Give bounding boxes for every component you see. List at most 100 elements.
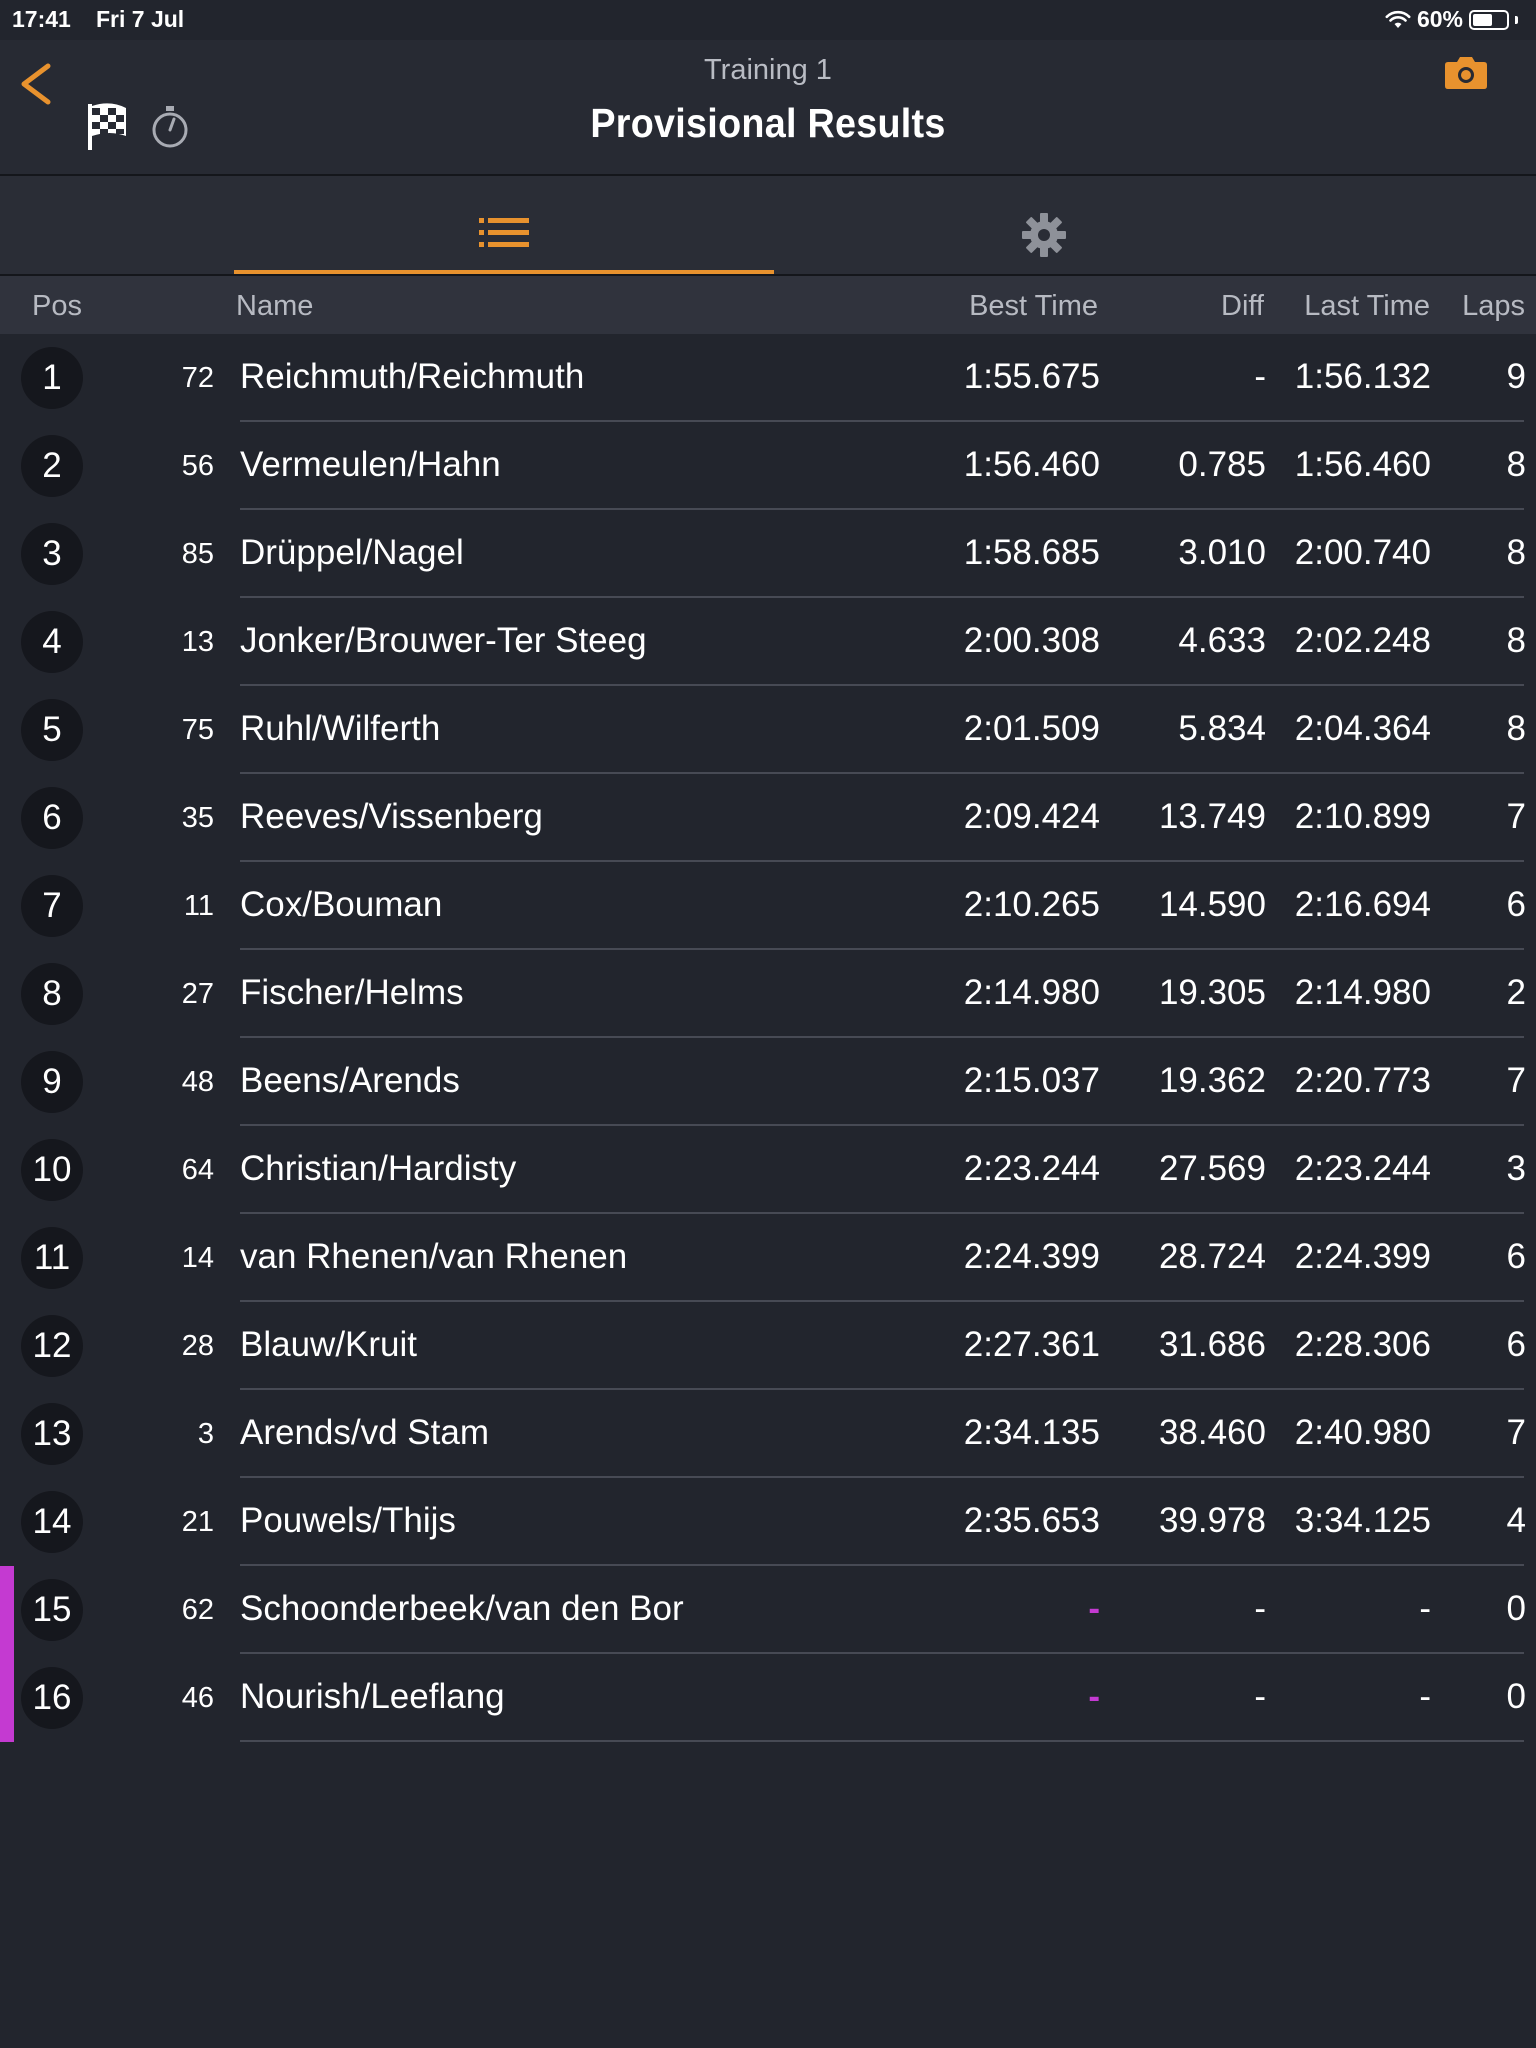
lap-count: 0	[1506, 1589, 1526, 1628]
table-row[interactable]: 11 14 van Rhenen/van Rhenen 2:24.399 28.724 2…	[0, 1214, 1536, 1302]
time-diff: 38.460	[1158, 1413, 1266, 1452]
lap-count: 8	[1506, 445, 1526, 484]
time-diff: 28.724	[1158, 1237, 1266, 1276]
table-row[interactable]: 4 13 Jonker/Brouwer-Ter Steeg 2:00.308 4.633…	[0, 598, 1536, 686]
table-row[interactable]: 2 56 Vermeulen/Hahn 1:56.460 0.785 1:56.460 8	[0, 422, 1536, 510]
last-time: 2:24.399	[1294, 1237, 1431, 1276]
last-time: 2:28.306	[1294, 1325, 1431, 1364]
column-last-time[interactable]: Last Time	[1304, 290, 1430, 323]
driver-name: Blauw/Kruit	[240, 1325, 418, 1364]
table-row[interactable]: 9 48 Beens/Arends 2:15.037 19.362 2:20.773 7	[0, 1038, 1536, 1126]
position-badge: 6	[21, 787, 83, 849]
car-number: 14	[181, 1242, 214, 1274]
last-time: 2:02.248	[1294, 621, 1431, 660]
car-number: 64	[181, 1154, 214, 1186]
table-row[interactable]: 12 28 Blauw/Kruit 2:27.361 31.686 2:28.306 6	[0, 1302, 1536, 1390]
tab-bar	[0, 176, 1536, 276]
table-row[interactable]: 15 62 Schoonderbeek/van den Bor - - - 0	[0, 1566, 1536, 1654]
table-row[interactable]: 16 46 Nourish/Leeflang - - - 0	[0, 1654, 1536, 1742]
lap-count: 8	[1506, 533, 1526, 572]
wifi-icon	[1385, 10, 1411, 28]
position-badge: 4	[21, 611, 83, 673]
position-badge: 1	[21, 347, 83, 409]
driver-name: Reichmuth/Reichmuth	[240, 357, 585, 396]
camera-button[interactable]	[1444, 54, 1488, 95]
best-time: 2:35.653	[963, 1501, 1100, 1540]
car-number: 48	[181, 1066, 214, 1098]
session-subtitle: Training 1	[704, 54, 832, 86]
position-badge: 16	[21, 1667, 83, 1729]
status-time: 17:41	[12, 6, 71, 32]
last-time: -	[1419, 1677, 1431, 1716]
car-number: 27	[181, 978, 214, 1010]
best-time: 2:14.980	[963, 973, 1100, 1012]
last-time: 3:34.125	[1294, 1501, 1431, 1540]
last-time: 2:10.899	[1294, 797, 1431, 836]
time-diff: 14.590	[1158, 885, 1266, 924]
battery-tip	[1515, 15, 1518, 24]
position-badge: 12	[21, 1315, 83, 1377]
time-diff: 0.785	[1178, 445, 1266, 484]
car-number: 35	[181, 802, 214, 834]
driver-name: Reeves/Vissenberg	[240, 797, 543, 836]
table-row[interactable]: 5 75 Ruhl/Wilferth 2:01.509 5.834 2:04.364 8	[0, 686, 1536, 774]
driver-name: Beens/Arends	[240, 1061, 460, 1100]
driver-name: Vermeulen/Hahn	[240, 445, 501, 484]
time-diff: 39.978	[1158, 1501, 1266, 1540]
last-time: 2:16.694	[1294, 885, 1431, 924]
car-number: 72	[181, 362, 214, 394]
time-diff: -	[1254, 1677, 1266, 1716]
table-row[interactable]: 3 85 Drüppel/Nagel 1:58.685 3.010 2:00.740 8	[0, 510, 1536, 598]
best-time: 2:24.399	[963, 1237, 1100, 1276]
column-diff[interactable]: Diff	[1221, 290, 1264, 323]
status-bar: 17:41 Fri 7 Jul 60%	[0, 0, 1536, 40]
table-row[interactable]: 8 27 Fischer/Helms 2:14.980 19.305 2:14.980 2	[0, 950, 1536, 1038]
position-badge: 14	[21, 1491, 83, 1553]
column-laps[interactable]: Laps	[1462, 290, 1525, 323]
driver-name: van Rhenen/van Rhenen	[240, 1237, 628, 1276]
position-badge: 13	[21, 1403, 83, 1465]
battery-percent: 60%	[1416, 6, 1463, 32]
best-time: 2:27.361	[963, 1325, 1100, 1364]
driver-name: Drüppel/Nagel	[240, 533, 464, 572]
time-diff: -	[1254, 357, 1266, 396]
page-title: Provisional Results	[590, 100, 946, 146]
table-row[interactable]: 6 35 Reeves/Vissenberg 2:09.424 13.749 2:10.8…	[0, 774, 1536, 862]
driver-name: Arends/vd Stam	[240, 1413, 489, 1452]
time-diff: 13.749	[1158, 797, 1266, 836]
position-badge: 3	[21, 523, 83, 585]
time-diff: 27.569	[1158, 1149, 1266, 1188]
table-row[interactable]: 10 64 Christian/Hardisty 2:23.244 27.569 2:23…	[0, 1126, 1536, 1214]
table-row[interactable]: 7 11 Cox/Bouman 2:10.265 14.590 2:16.694 6	[0, 862, 1536, 950]
time-diff: 4.633	[1178, 621, 1266, 660]
lap-count: 2	[1506, 973, 1526, 1012]
driver-name: Schoonderbeek/van den Bor	[240, 1589, 684, 1628]
position-badge: 8	[21, 963, 83, 1025]
lap-count: 9	[1506, 357, 1526, 396]
column-pos[interactable]: Pos	[32, 290, 82, 323]
last-time: 2:14.980	[1294, 973, 1431, 1012]
driver-name: Jonker/Brouwer-Ter Steeg	[240, 621, 647, 660]
table-row[interactable]: 13 3 Arends/vd Stam 2:34.135 38.460 2:40.980 7	[0, 1390, 1536, 1478]
table-row[interactable]: 14 21 Pouwels/Thijs 2:35.653 39.978 3:34.125 4	[0, 1478, 1536, 1566]
column-name[interactable]: Name	[236, 290, 313, 323]
car-number: 46	[181, 1682, 214, 1714]
time-diff: 3.010	[1178, 533, 1266, 572]
driver-name: Nourish/Leeflang	[240, 1677, 505, 1716]
time-diff: 31.686	[1158, 1325, 1266, 1364]
position-badge: 11	[21, 1227, 83, 1289]
lap-count: 7	[1506, 797, 1526, 836]
last-time: 2:00.740	[1294, 533, 1431, 572]
position-badge: 2	[21, 435, 83, 497]
last-time: 1:56.460	[1294, 445, 1431, 484]
tab-settings[interactable]	[774, 176, 1314, 274]
position-badge: 5	[21, 699, 83, 761]
last-time: 2:23.244	[1294, 1149, 1431, 1188]
no-time-marker	[0, 1566, 14, 1654]
tab-results-list[interactable]	[234, 176, 774, 274]
status-date: Fri 7 Jul	[96, 6, 185, 32]
row-divider	[240, 1740, 1524, 1742]
table-row[interactable]: 1 72 Reichmuth/Reichmuth 1:55.675 -1:56.132 9	[0, 334, 1536, 422]
driver-name: Christian/Hardisty	[240, 1149, 517, 1188]
column-best-time[interactable]: Best Time	[969, 290, 1098, 323]
